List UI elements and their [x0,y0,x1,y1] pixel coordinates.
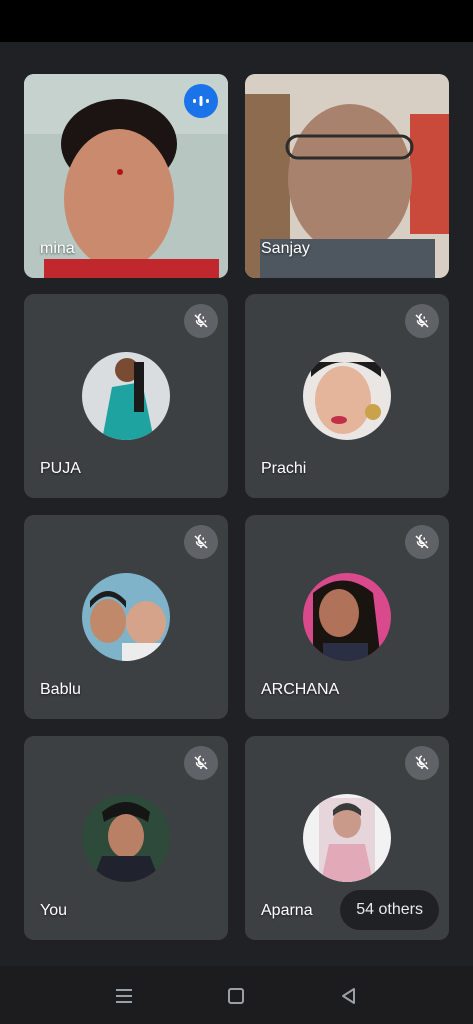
muted-indicator [405,746,439,780]
avatar [82,573,170,661]
mic-off-icon [415,755,429,770]
muted-indicator [405,304,439,338]
muted-indicator [184,525,218,559]
home-icon [228,988,244,1004]
participant-tile-bablu[interactable]: Bablu [24,515,228,719]
avatar [303,573,391,661]
avatar [303,794,391,882]
back-icon [342,988,355,1004]
participant-name: PUJA [40,460,81,477]
participant-name: Bablu [40,681,81,698]
muted-indicator [405,525,439,559]
speaking-indicator [184,84,218,118]
others-count-button[interactable]: 54 others [340,890,439,930]
audio-level-icon [193,96,209,106]
participant-tile-archana[interactable]: ARCHANA [245,515,449,719]
status-bar [0,0,473,42]
home-button[interactable] [224,984,248,1008]
participant-name: Aparna [261,902,313,919]
mic-off-icon [415,313,429,328]
muted-indicator [184,746,218,780]
mic-off-icon [194,755,208,770]
recent-apps-button[interactable] [112,984,136,1008]
system-navigation-bar [0,966,473,1024]
mic-off-icon [194,534,208,549]
recent-apps-icon [116,989,132,1003]
avatar [303,352,391,440]
mic-off-icon [194,313,208,328]
back-button[interactable] [336,984,360,1008]
participant-name: ARCHANA [261,681,340,698]
participant-name: Prachi [261,460,307,477]
participant-name: Sanjay [261,240,310,257]
participant-tile-aparna[interactable]: Aparna 54 others [245,736,449,940]
participant-name: You [40,902,67,919]
participant-tile-puja[interactable]: PUJA [24,294,228,498]
participant-tile-mina[interactable]: mina [24,74,228,278]
participant-tile-sanjay[interactable]: Sanjay [245,74,449,278]
participant-tile-you[interactable]: You [24,736,228,940]
participant-grid: mina Sanjay PUJA Prachi Bablu ARCHANA Yo… [0,42,473,966]
avatar [82,352,170,440]
participant-name: mina [40,240,75,257]
mic-off-icon [415,534,429,549]
avatar [82,794,170,882]
muted-indicator [184,304,218,338]
participant-tile-prachi[interactable]: Prachi [245,294,449,498]
